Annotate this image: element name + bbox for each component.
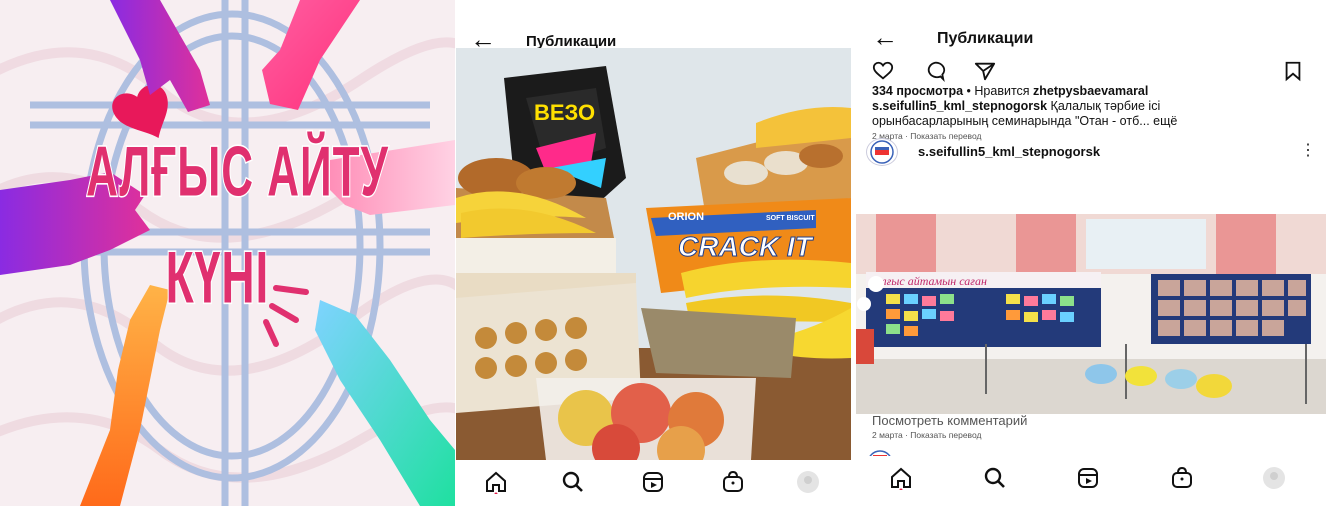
bottom-nav bbox=[852, 456, 1328, 502]
share-icon[interactable] bbox=[974, 60, 996, 82]
post-photo-food[interactable]: ВЕЗО ORION SOFT BISCUIT CRACK IT bbox=[456, 48, 851, 460]
shop-icon[interactable] bbox=[1170, 466, 1194, 490]
caption-user[interactable]: s.seifullin5_kml_stepnogorsk bbox=[872, 99, 1047, 113]
caption-line-2[interactable]: орынбасарларының семинарында "Отан - отб… bbox=[872, 114, 1312, 128]
box-brand: ORION bbox=[668, 211, 704, 223]
author-name[interactable]: s.seifullin5_kml_stepnogorsk bbox=[918, 144, 1100, 159]
board-title: Алғыс айтамын саған bbox=[873, 274, 987, 288]
reels-icon[interactable] bbox=[1076, 466, 1100, 490]
poster-image: АЛҒЫС АЙТУ КҮНІ bbox=[0, 0, 455, 506]
caption-line-1: s.seifullin5_kml_stepnogorsk Қалалық тәр… bbox=[872, 99, 1312, 113]
arrow-left-icon[interactable]: ← bbox=[872, 24, 898, 50]
home-icon[interactable] bbox=[484, 470, 508, 494]
home-icon[interactable] bbox=[889, 466, 913, 490]
bag-label: ВЕЗО bbox=[534, 100, 595, 125]
author-row[interactable]: s.seifullin5_kml_stepnogorsk ⋮ bbox=[866, 138, 1316, 166]
poster-title-line1: АЛҒЫС АЙТУ bbox=[85, 131, 389, 213]
poster-title-line2: КҮНІ bbox=[165, 234, 270, 320]
top-bar: ← Публикации bbox=[852, 0, 1328, 50]
liked-by-user[interactable]: zhetpysbaevamaral bbox=[1033, 84, 1148, 98]
comment-icon[interactable] bbox=[924, 60, 946, 82]
views-and-likes: 334 просмотра • Нравится zhetpysbaevamar… bbox=[872, 84, 1148, 98]
page-title: Публикации bbox=[937, 30, 1034, 47]
view-comments-link[interactable]: Посмотреть комментарий bbox=[872, 413, 1027, 428]
liked-prefix: • Нравится bbox=[963, 84, 1034, 98]
more-options-icon[interactable]: ⋮ bbox=[1300, 140, 1316, 160]
post-screen-right: ← Публикации 334 просмотра • Нравится zh… bbox=[852, 0, 1328, 506]
top-bar: ← Публикации bbox=[456, 0, 851, 52]
search-icon[interactable] bbox=[983, 466, 1007, 490]
views-count: 334 просмотра bbox=[872, 84, 964, 98]
box-subbrand: SOFT BISCUIT bbox=[766, 215, 815, 222]
search-icon[interactable] bbox=[561, 470, 585, 494]
profile-icon[interactable] bbox=[796, 470, 820, 494]
avatar[interactable] bbox=[866, 138, 898, 166]
post-screen-left: ← Публикации ВЕЗО ORION SOFT BISCUIT CRA… bbox=[456, 0, 851, 506]
box-label: CRACK IT bbox=[678, 231, 815, 262]
reels-icon[interactable] bbox=[641, 470, 665, 494]
profile-icon[interactable] bbox=[1262, 466, 1286, 490]
bookmark-icon[interactable] bbox=[1282, 60, 1304, 82]
shop-icon[interactable] bbox=[721, 470, 745, 494]
post-photo-boards[interactable]: Алғыс айтамын саған bbox=[856, 214, 1326, 414]
bottom-nav bbox=[456, 460, 851, 506]
caption-text: Қалалық тәрбие ісі bbox=[1047, 99, 1161, 113]
heart-icon[interactable] bbox=[872, 60, 894, 82]
post-meta[interactable]: 2 марта · Показать перевод bbox=[872, 430, 981, 440]
